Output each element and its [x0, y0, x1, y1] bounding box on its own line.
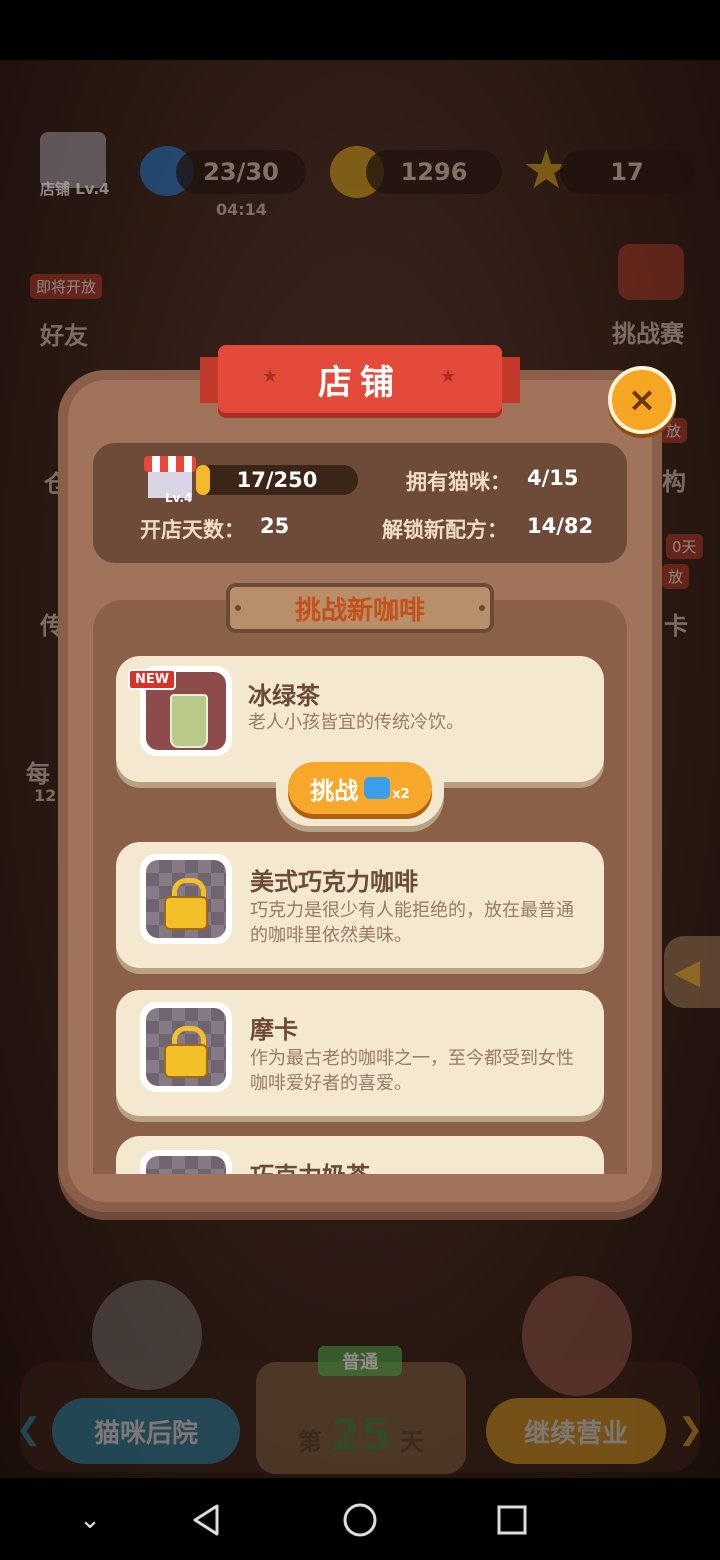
- recipe-name: 巧克力奶茶: [250, 1156, 370, 1174]
- ribbon-star-right: ★: [440, 366, 457, 387]
- green-tea-glass-icon: [170, 694, 208, 748]
- cats-label: 拥有猫咪：: [406, 470, 511, 494]
- locked-thumb-bg: [146, 1156, 226, 1174]
- recipes-label: 解锁新配方：: [382, 518, 508, 542]
- recipe-desc: 作为最古老的咖啡之一，至今都受到女性咖啡爱好者的喜爱。: [250, 1048, 574, 1094]
- plank-nail-left: [235, 605, 241, 611]
- section-header: 挑战新咖啡: [226, 583, 494, 633]
- back-triangle: [193, 1504, 219, 1536]
- close-button[interactable]: ×: [608, 366, 676, 434]
- plank-nail-right: [479, 605, 485, 611]
- recipe-name: 摩卡: [250, 1016, 298, 1044]
- home-circle: [343, 1503, 377, 1537]
- recents-icon[interactable]: [490, 1498, 534, 1542]
- cats-value: 4/15: [527, 466, 579, 490]
- new-badge: NEW: [128, 669, 177, 690]
- modal-title: 店铺: [318, 362, 402, 403]
- modal-title-ribbon: 店铺: [218, 345, 502, 413]
- recipe-desc: 老人小孩皆宜的传统冷饮。: [248, 712, 464, 733]
- recipes-value: 14/82: [527, 514, 594, 538]
- days-value: 25: [260, 514, 290, 538]
- status-bar: [0, 0, 720, 60]
- recipe-desc: 巧克力是很少有人能拒绝的，放在最普通的咖啡里依然美味。: [250, 900, 574, 946]
- challenge-label: 挑战: [310, 776, 359, 805]
- challenge-button[interactable]: 挑战 x2: [288, 762, 432, 814]
- recipe-name: 美式巧克力咖啡: [250, 868, 418, 896]
- exp-value: 17/250: [236, 468, 318, 492]
- exp-coin-icon: [196, 465, 210, 495]
- shop-awning: [144, 456, 196, 472]
- recents-square: [497, 1505, 527, 1535]
- shop-level-tag: Lv.4: [165, 491, 193, 505]
- recipe-card-chocolate-milk-tea-clip: 巧克力奶茶: [116, 1136, 604, 1174]
- days-label: 开店天数：: [140, 518, 245, 542]
- back-icon[interactable]: [184, 1498, 228, 1542]
- energy-cost: x2: [392, 786, 410, 802]
- system-nav-bar: ⌄: [0, 1478, 720, 1560]
- lock-body: [164, 896, 208, 930]
- recipe-name: 冰绿茶: [248, 682, 320, 710]
- lock-body: [164, 1044, 208, 1078]
- chevron-down-icon[interactable]: ⌄: [68, 1498, 112, 1542]
- ribbon-star-left: ★: [262, 366, 279, 387]
- home-icon[interactable]: [338, 1498, 382, 1542]
- recipe-thumb-locked: [140, 1150, 232, 1174]
- energy-cost-icon: [364, 777, 391, 799]
